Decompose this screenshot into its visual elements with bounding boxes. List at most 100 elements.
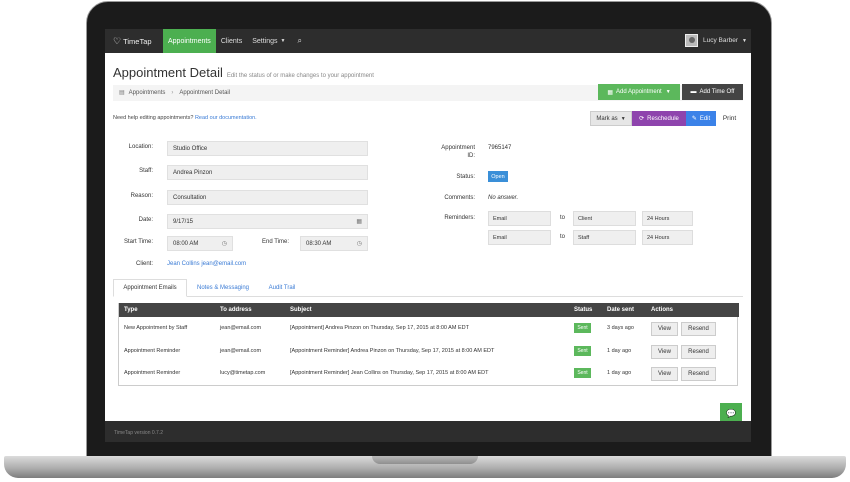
reminder-time-select[interactable]: 24 Hours <box>642 211 693 226</box>
reminder-time-value: 24 Hours <box>647 215 670 222</box>
edit-label: Edit <box>699 115 711 122</box>
resend-button[interactable]: Resend <box>681 322 716 336</box>
row-date-sent: 1 day ago <box>607 370 632 376</box>
end-time-field[interactable]: 08:30 AM ◷ <box>300 236 368 251</box>
column-status: Status <box>574 307 593 313</box>
reschedule-label: Reschedule <box>647 115 679 122</box>
row-subject: [Appointment Reminder] Jean Collins on T… <box>290 370 489 376</box>
add-appointment-button[interactable]: ▦ Add Appointment ▼ <box>598 84 680 100</box>
row-date-sent: 3 days ago <box>607 325 634 331</box>
help-question: Need help editing appointments? <box>113 115 194 121</box>
app-screen: ♡ TimeTap Appointments Clients Settings ▼… <box>105 29 751 442</box>
clock-icon[interactable]: ◷ <box>357 240 362 247</box>
reminder-recipient-value: Staff <box>578 234 590 241</box>
start-time-label: Start Time: <box>123 239 153 245</box>
reminder-to-text: to <box>560 215 566 221</box>
chevron-down-icon: ▼ <box>742 37 747 44</box>
reminder-recipient-select[interactable]: Client <box>573 211 636 226</box>
timetap-logo[interactable]: ♡ TimeTap <box>105 36 163 47</box>
page-subtitle: Edit the status of or make changes to yo… <box>226 73 374 79</box>
chat-icon[interactable]: 💬 <box>720 403 742 423</box>
emails-table: Type To address Subject Status Date sent… <box>118 303 739 386</box>
search-icon[interactable]: ⌕ <box>290 36 308 46</box>
tab-label: Appointment Emails <box>123 285 177 291</box>
sent-badge: Sent <box>574 323 591 333</box>
resend-label: Resend <box>688 349 709 355</box>
status-badge-label: Open <box>491 173 505 180</box>
row-to-address: jean@email.com <box>220 325 262 331</box>
calendar-icon[interactable]: ▦ <box>356 218 362 225</box>
resend-label: Resend <box>688 326 709 332</box>
sent-badge: Sent <box>574 346 591 356</box>
avatar <box>685 34 698 47</box>
staff-label: Staff: <box>139 168 153 174</box>
comments-value: No answer. <box>488 195 519 201</box>
reason-label: Reason: <box>130 193 153 199</box>
client-link[interactable]: Jean Collins jean@email.com <box>167 261 246 267</box>
nav-clients[interactable]: Clients <box>216 29 247 53</box>
status-label: Status: <box>456 174 475 180</box>
date-label: Date: <box>138 217 153 223</box>
view-button[interactable]: View <box>651 345 678 359</box>
reminder-method-select[interactable]: Email <box>488 230 551 245</box>
reminder-time-value: 24 Hours <box>647 234 670 241</box>
logo-heart-icon: ♡ <box>113 35 122 46</box>
print-button[interactable]: Print <box>716 111 743 126</box>
end-time-label: End Time: <box>261 239 289 245</box>
page-header: Appointment Detail Edit the status of or… <box>113 65 374 80</box>
start-time-field[interactable]: 08:00 AM ◷ <box>167 236 233 251</box>
edit-button[interactable]: ✎ Edit <box>686 111 716 126</box>
reason-field[interactable]: Consultation <box>167 190 368 205</box>
location-label: Location: <box>128 144 153 150</box>
add-time-off-button[interactable]: ▬ Add Time Off <box>682 84 743 100</box>
table-row: New Appointment by Staff jean@email.com … <box>119 318 739 340</box>
appointment-id-value: 7965147 <box>488 145 512 151</box>
nav-appointments[interactable]: Appointments <box>163 29 216 53</box>
page-title: Appointment Detail <box>113 65 223 80</box>
location-field[interactable]: Studio Office <box>167 141 368 156</box>
reschedule-button[interactable]: ⟳ Reschedule <box>632 111 686 126</box>
view-button[interactable]: View <box>651 367 678 381</box>
documentation-link[interactable]: Read our documentation. <box>195 115 257 121</box>
appointment-id-label-2: ID: <box>467 153 475 159</box>
resend-button[interactable]: Resend <box>681 345 716 359</box>
pencil-icon: ✎ <box>691 116 697 122</box>
row-to-address: lucy@timetap.com <box>220 370 266 376</box>
clock-icon[interactable]: ◷ <box>222 240 227 247</box>
resend-button[interactable]: Resend <box>681 367 716 381</box>
table-header: Type To address Subject Status Date sent… <box>119 303 739 317</box>
breadcrumb-appointments[interactable]: Appointments <box>129 90 166 96</box>
date-field[interactable]: 9/17/15 ▦ <box>167 214 368 229</box>
row-subject: [Appointment] Andrea Pinzon on Thursday,… <box>290 325 469 331</box>
view-button[interactable]: View <box>651 322 678 336</box>
user-menu[interactable]: Lucy Barber ▼ <box>685 34 747 47</box>
reminder-time-select[interactable]: 24 Hours <box>642 230 693 245</box>
staff-value: Andrea Pinzon <box>173 169 213 176</box>
column-type: Type <box>124 307 138 313</box>
row-to-address: jean@email.com <box>220 348 262 354</box>
breadcrumb-separator: › <box>171 89 174 96</box>
nav-settings[interactable]: Settings ▼ <box>247 29 290 53</box>
tab-notes-messaging[interactable]: Notes & Messaging <box>189 279 257 297</box>
comments-label: Comments: <box>444 195 475 201</box>
reminder-method-value: Email <box>493 234 507 241</box>
tab-audit-trail[interactable]: Audit Trail <box>259 279 305 297</box>
row-subject: [Appointment Reminder] Andrea Pinzon on … <box>290 348 495 354</box>
view-label: View <box>658 326 671 332</box>
column-to-address: To address <box>220 307 252 313</box>
client-label: Client: <box>135 261 153 267</box>
start-time-value: 08:00 AM <box>173 240 199 247</box>
reminder-recipient-select[interactable]: Staff <box>573 230 636 245</box>
logo-text: TimeTap <box>123 36 152 46</box>
row-type: New Appointment by Staff <box>124 325 188 331</box>
view-label: View <box>658 349 671 355</box>
footer: TimeTap version 0.7.2 <box>105 421 751 442</box>
tab-label: Notes & Messaging <box>196 285 250 291</box>
nav-clients-label: Clients <box>220 37 243 45</box>
tab-appointment-emails[interactable]: Appointment Emails <box>113 279 187 297</box>
staff-field[interactable]: Andrea Pinzon <box>167 165 368 180</box>
table-row: Appointment Reminder lucy@timetap.com [A… <box>119 363 739 385</box>
reminder-method-select[interactable]: Email <box>488 211 551 226</box>
chevron-down-icon: ▼ <box>620 115 626 122</box>
mark-as-button[interactable]: Mark as ▼ <box>590 111 632 126</box>
